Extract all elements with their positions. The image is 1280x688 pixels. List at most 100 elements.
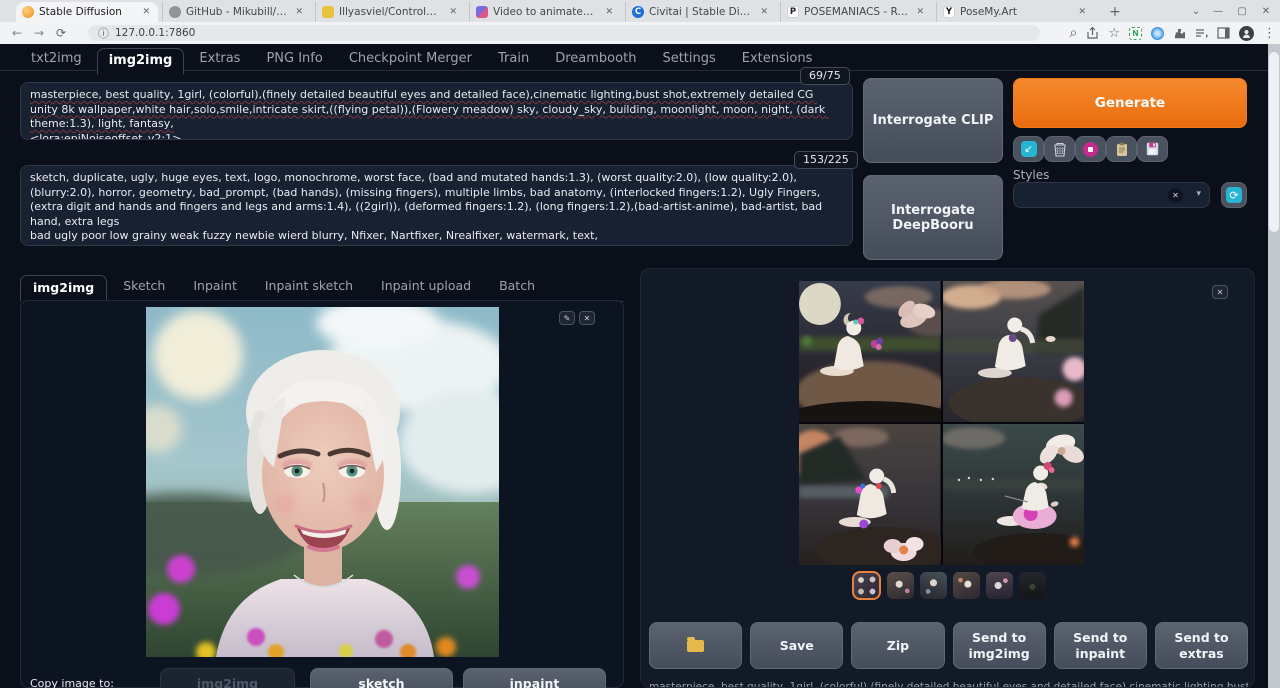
extra-networks-button[interactable] — [1075, 136, 1106, 162]
folder-icon — [687, 640, 704, 652]
clear-prompt-button[interactable] — [1044, 136, 1075, 162]
tab-dreambooth[interactable]: Dreambooth — [544, 47, 647, 74]
tab-title: GitHub - Mikubill/sd-webui-con — [186, 6, 288, 18]
zip-button[interactable]: Zip — [851, 622, 944, 669]
bookmark-button[interactable]: ☆ — [1108, 26, 1120, 41]
edit-image-button[interactable]: ✎ — [559, 311, 575, 325]
thumbnail-6[interactable] — [1019, 572, 1046, 599]
tab-train[interactable]: Train — [487, 47, 540, 74]
subtab-inpaint-upload[interactable]: Inpaint upload — [369, 274, 483, 301]
remove-image-button[interactable]: ✕ — [579, 311, 595, 325]
styles-caret-icon[interactable]: ▾ — [1196, 189, 1201, 199]
tab-checkpoint-merger[interactable]: Checkpoint Merger — [338, 47, 483, 74]
clipboard-icon — [1116, 142, 1128, 157]
share-button[interactable] — [1086, 27, 1099, 40]
subtab-img2img[interactable]: img2img — [20, 275, 107, 302]
forward-button[interactable]: → — [28, 26, 50, 40]
apply-styles-button[interactable] — [1106, 136, 1137, 162]
tab-close-icon[interactable]: ✕ — [447, 7, 459, 17]
gif-converter-favicon — [476, 6, 488, 18]
reload-button[interactable]: ⟳ — [50, 26, 72, 40]
controlnet-favicon — [322, 6, 334, 18]
tab-close-icon[interactable]: ✕ — [140, 7, 152, 17]
tab-posemy-art[interactable]: Y PoseMy.Art ✕ — [936, 2, 1094, 22]
tab-img2img[interactable]: img2img — [97, 48, 185, 75]
save-style-button[interactable] — [1137, 136, 1168, 162]
interrogate-deepbooru-button[interactable]: Interrogate DeepBooru — [863, 175, 1003, 260]
page-scrollbar[interactable] — [1268, 44, 1280, 688]
thumbnail-1-selected[interactable] — [852, 571, 881, 600]
tab-stable-diffusion[interactable]: Stable Diffusion ✕ — [16, 2, 158, 22]
url-text: 127.0.0.1:7860 — [115, 27, 195, 39]
result-image-grid[interactable] — [799, 281, 1084, 565]
tab-close-icon[interactable]: ✕ — [603, 7, 615, 17]
new-tab-button[interactable]: + — [1105, 3, 1125, 21]
extensions-button[interactable] — [1173, 27, 1186, 40]
reading-list-button[interactable] — [1195, 28, 1208, 39]
result-image-1[interactable] — [799, 281, 941, 422]
tab-close-icon[interactable]: ✕ — [293, 7, 305, 17]
copy-to-inpaint-button[interactable]: inpaint — [463, 668, 606, 688]
refresh-styles-button[interactable]: ⟳ — [1221, 182, 1247, 208]
thumbnail-4[interactable] — [953, 572, 980, 599]
extension-n-button[interactable]: N — [1129, 27, 1142, 40]
profile-avatar[interactable] — [1239, 26, 1254, 41]
bookmark-star-icon: ☆ — [1108, 26, 1120, 41]
browser-tabstrip: Stable Diffusion ✕ GitHub - Mikubill/sd-… — [0, 0, 1280, 22]
back-button[interactable]: ← — [6, 26, 28, 40]
thumbnail-2[interactable] — [887, 572, 914, 599]
zoom-button[interactable]: ⌕ — [1070, 25, 1078, 41]
window-maximize-button[interactable]: ▢ — [1230, 0, 1254, 22]
generate-button[interactable]: Generate — [1013, 78, 1247, 128]
tab-title: Civitai | Stable Diffusion model — [649, 6, 753, 18]
send-to-inpaint-button[interactable]: Send to inpaint — [1054, 622, 1147, 669]
result-image-4[interactable] — [943, 424, 1085, 565]
save-button[interactable]: Save — [750, 622, 843, 669]
tab-github[interactable]: GitHub - Mikubill/sd-webui-con ✕ — [162, 2, 311, 22]
gallery-thumbnails — [641, 571, 1255, 600]
site-info-icon[interactable]: ⓘ — [98, 25, 109, 41]
copy-to-img2img-button[interactable]: img2img — [160, 668, 295, 688]
subtab-inpaint-sketch[interactable]: Inpaint sketch — [253, 274, 365, 301]
negative-prompt-input[interactable]: sketch, duplicate, ugly, huge eyes, text… — [20, 165, 853, 246]
tab-gif-converter[interactable]: Video to animated GIF converter ✕ — [469, 2, 621, 22]
styles-clear-icon[interactable]: ✕ — [1168, 188, 1183, 203]
send-to-img2img-button[interactable]: Send to img2img — [953, 622, 1046, 669]
result-image-3[interactable] — [799, 424, 941, 565]
result-image-2[interactable] — [943, 281, 1085, 422]
tab-posemaniacs[interactable]: P POSEMANIACS - Royalty free 3 ✕ — [780, 2, 932, 22]
styles-dropdown[interactable]: ✕ ▾ — [1013, 182, 1210, 208]
scrollbar-thumb[interactable] — [1269, 52, 1279, 232]
thumbnail-3[interactable] — [920, 572, 947, 599]
interrogate-clip-button[interactable]: Interrogate CLIP — [863, 78, 1003, 163]
paste-params-button[interactable]: ↙ — [1013, 136, 1044, 162]
subtab-batch[interactable]: Batch — [487, 274, 547, 301]
source-image[interactable] — [146, 307, 499, 657]
generation-info-text: masterpiece, best quality, 1girl, (color… — [649, 681, 1248, 688]
address-bar[interactable]: ⓘ 127.0.0.1:7860 — [88, 25, 1040, 41]
thumbnail-5[interactable] — [986, 572, 1013, 599]
prompt-input[interactable]: masterpiece, best quality, 1girl, (color… — [20, 82, 853, 140]
tab-civitai[interactable]: C Civitai | Stable Diffusion model ✕ — [625, 2, 776, 22]
tab-settings[interactable]: Settings — [651, 47, 726, 74]
window-close-button[interactable]: ✕ — [1254, 0, 1278, 22]
gallery-close-button[interactable]: ✕ — [1212, 285, 1228, 299]
browser-menu-button[interactable]: ⋮ — [1263, 26, 1276, 41]
open-folder-button[interactable] — [649, 622, 742, 669]
tab-close-icon[interactable]: ✕ — [758, 7, 770, 17]
tab-controlnet[interactable]: Illyasviel/ControlNet at main ✕ — [315, 2, 465, 22]
extension-blue-button[interactable] — [1151, 27, 1164, 40]
window-minimize-icon: — — [1213, 6, 1223, 17]
tab-extras[interactable]: Extras — [188, 47, 251, 74]
subtab-inpaint[interactable]: Inpaint — [181, 274, 249, 301]
tab-close-icon[interactable]: ✕ — [914, 7, 926, 17]
tab-search-button[interactable]: ⌄ — [1184, 0, 1208, 22]
copy-to-sketch-button[interactable]: sketch — [310, 668, 453, 688]
tab-png-info[interactable]: PNG Info — [255, 47, 333, 74]
window-minimize-button[interactable]: — — [1206, 0, 1230, 22]
subtab-sketch[interactable]: Sketch — [111, 274, 177, 301]
side-panel-button[interactable] — [1217, 27, 1230, 39]
tab-close-icon[interactable]: ✕ — [1076, 7, 1088, 17]
tab-txt2img[interactable]: txt2img — [20, 47, 93, 74]
send-to-extras-button[interactable]: Send to extras — [1155, 622, 1248, 669]
